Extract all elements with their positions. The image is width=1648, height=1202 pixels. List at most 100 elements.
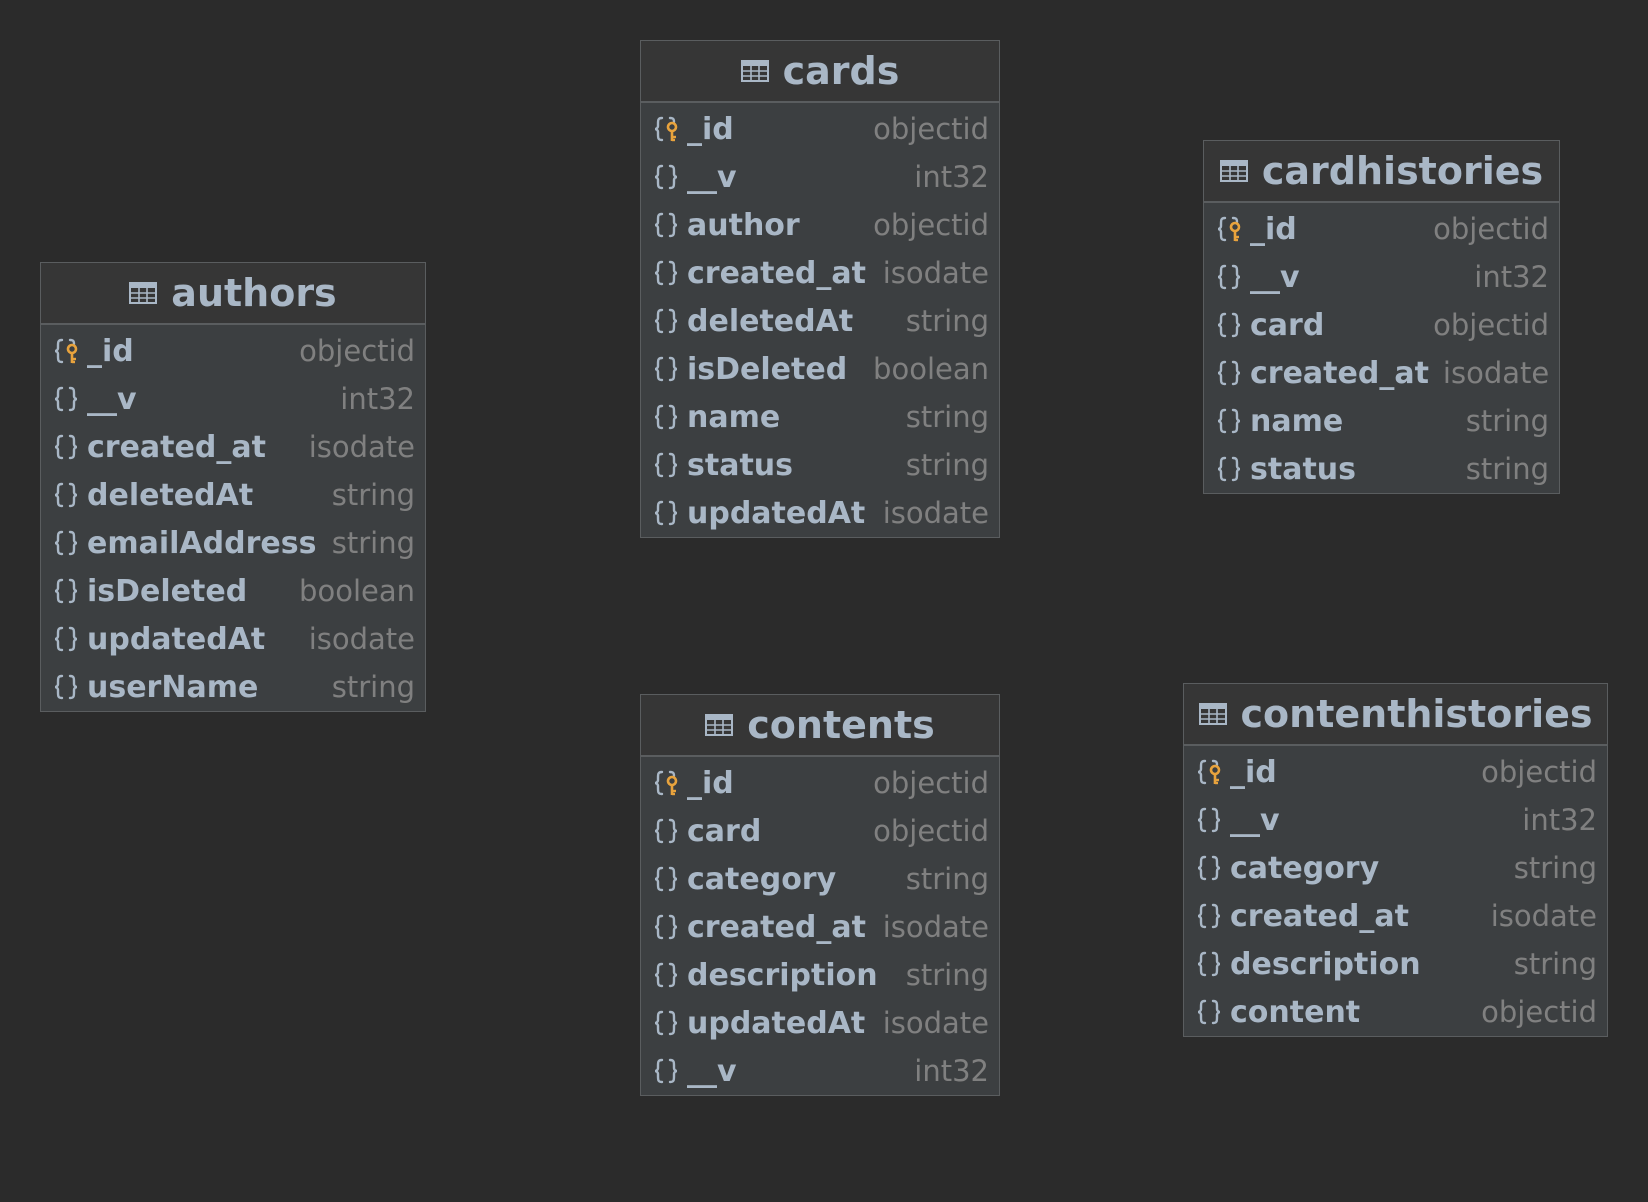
field-row[interactable]: description string bbox=[1184, 940, 1607, 988]
field-row[interactable]: updatedAt isodate bbox=[41, 615, 425, 663]
field-row[interactable]: card objectid bbox=[641, 807, 999, 855]
field-list: _id objectid __v int32 category string created… bbox=[1184, 746, 1607, 1036]
field-type: string bbox=[331, 526, 415, 560]
field-name: emailAddress bbox=[87, 525, 317, 561]
field-name: isDeleted bbox=[87, 573, 248, 609]
field-name: __v bbox=[87, 381, 137, 417]
field-type: string bbox=[1513, 947, 1597, 981]
field-name: updatedAt bbox=[87, 621, 266, 657]
field-name: card bbox=[687, 813, 762, 849]
field-name: isDeleted bbox=[687, 351, 848, 387]
primary-key-icon bbox=[653, 769, 679, 797]
curly-braces-icon bbox=[1216, 407, 1242, 435]
field-type: isodate bbox=[882, 1006, 989, 1040]
field-row[interactable]: created_at isodate bbox=[41, 423, 425, 471]
table-grid-icon bbox=[740, 60, 769, 82]
field-row[interactable]: deletedAt string bbox=[641, 297, 999, 345]
field-row[interactable]: status string bbox=[1204, 445, 1559, 493]
field-row[interactable]: created_at isodate bbox=[1184, 892, 1607, 940]
table-header[interactable]: contenthistories bbox=[1184, 684, 1607, 746]
field-row[interactable]: _id objectid bbox=[1184, 748, 1607, 796]
field-row[interactable]: author objectid bbox=[641, 201, 999, 249]
field-type: objectid bbox=[299, 334, 415, 368]
curly-braces-icon bbox=[653, 865, 679, 893]
field-row[interactable]: emailAddress string bbox=[41, 519, 425, 567]
field-row[interactable]: _id objectid bbox=[641, 105, 999, 153]
field-type: objectid bbox=[1433, 308, 1549, 342]
field-row[interactable]: _id objectid bbox=[1204, 205, 1559, 253]
table-authors[interactable]: authors _id objectid __v int32 created_at iso… bbox=[40, 262, 426, 712]
field-type: int32 bbox=[1522, 803, 1597, 837]
field-type: isodate bbox=[1442, 356, 1550, 390]
field-name: _id bbox=[87, 333, 134, 369]
field-name: _id bbox=[1250, 211, 1297, 247]
table-grid-icon bbox=[1198, 703, 1227, 725]
field-name: name bbox=[1250, 403, 1344, 439]
field-row[interactable]: __v int32 bbox=[41, 375, 425, 423]
curly-braces-icon bbox=[653, 403, 679, 431]
field-row[interactable]: __v int32 bbox=[641, 153, 999, 201]
table-title: cards bbox=[782, 49, 900, 93]
field-row[interactable]: _id objectid bbox=[41, 327, 425, 375]
field-row[interactable]: deletedAt string bbox=[41, 471, 425, 519]
field-row[interactable]: description string bbox=[641, 951, 999, 999]
field-row[interactable]: updatedAt isodate bbox=[641, 489, 999, 537]
field-row[interactable]: __v int32 bbox=[1184, 796, 1607, 844]
table-contents[interactable]: contents _id objectid card objectid category… bbox=[640, 694, 1000, 1096]
field-type: string bbox=[1465, 452, 1549, 486]
table-header[interactable]: authors bbox=[41, 263, 425, 325]
primary-key-icon bbox=[53, 337, 79, 365]
field-row[interactable]: _id objectid bbox=[641, 759, 999, 807]
field-row[interactable]: created_at isodate bbox=[1204, 349, 1559, 397]
field-row[interactable]: created_at isodate bbox=[641, 903, 999, 951]
field-row[interactable]: category string bbox=[641, 855, 999, 903]
field-type: objectid bbox=[873, 766, 989, 800]
field-row[interactable]: created_at isodate bbox=[641, 249, 999, 297]
field-row[interactable]: category string bbox=[1184, 844, 1607, 892]
curly-braces-icon bbox=[653, 499, 679, 527]
field-type: string bbox=[905, 448, 989, 482]
curly-braces-icon bbox=[53, 673, 79, 701]
field-name: status bbox=[1250, 451, 1356, 487]
curly-braces-icon bbox=[653, 163, 679, 191]
table-grid-icon bbox=[1219, 160, 1248, 182]
table-cards[interactable]: cards _id objectid __v int32 author objectid c… bbox=[640, 40, 1000, 538]
field-row[interactable]: card objectid bbox=[1204, 301, 1559, 349]
table-header[interactable]: contents bbox=[641, 695, 999, 757]
table-title: authors bbox=[171, 271, 337, 315]
curly-braces-icon bbox=[53, 577, 79, 605]
curly-braces-icon bbox=[53, 529, 79, 557]
field-row[interactable]: name string bbox=[641, 393, 999, 441]
field-name: deletedAt bbox=[687, 303, 854, 339]
field-name: created_at bbox=[87, 429, 266, 465]
table-header[interactable]: cardhistories bbox=[1204, 141, 1559, 203]
field-row[interactable]: updatedAt isodate bbox=[641, 999, 999, 1047]
field-name: __v bbox=[687, 159, 737, 195]
curly-braces-icon bbox=[1216, 359, 1242, 387]
field-row[interactable]: status string bbox=[641, 441, 999, 489]
field-type: objectid bbox=[1481, 755, 1597, 789]
field-row[interactable]: isDeleted boolean bbox=[41, 567, 425, 615]
primary-key-icon bbox=[653, 115, 679, 143]
field-row[interactable]: isDeleted boolean bbox=[641, 345, 999, 393]
field-row[interactable]: name string bbox=[1204, 397, 1559, 445]
field-name: userName bbox=[87, 669, 259, 705]
curly-braces-icon bbox=[653, 961, 679, 989]
table-cardhistories[interactable]: cardhistories _id objectid __v int32 card obj… bbox=[1203, 140, 1560, 494]
field-name: _id bbox=[687, 765, 734, 801]
curly-braces-icon bbox=[1196, 902, 1222, 930]
field-type: string bbox=[1513, 851, 1597, 885]
field-row[interactable]: userName string bbox=[41, 663, 425, 711]
field-row[interactable]: __v int32 bbox=[1204, 253, 1559, 301]
field-row[interactable]: content objectid bbox=[1184, 988, 1607, 1036]
table-header[interactable]: cards bbox=[641, 41, 999, 103]
primary-key-icon bbox=[1196, 758, 1222, 786]
curly-braces-icon bbox=[653, 355, 679, 383]
field-row[interactable]: __v int32 bbox=[641, 1047, 999, 1095]
field-name: __v bbox=[687, 1053, 737, 1089]
curly-braces-icon bbox=[53, 433, 79, 461]
field-name: category bbox=[1230, 850, 1380, 886]
curly-braces-icon bbox=[1216, 263, 1242, 291]
table-contenthistories[interactable]: contenthistories _id objectid __v int32 cate… bbox=[1183, 683, 1608, 1037]
table-title: contents bbox=[747, 703, 935, 747]
